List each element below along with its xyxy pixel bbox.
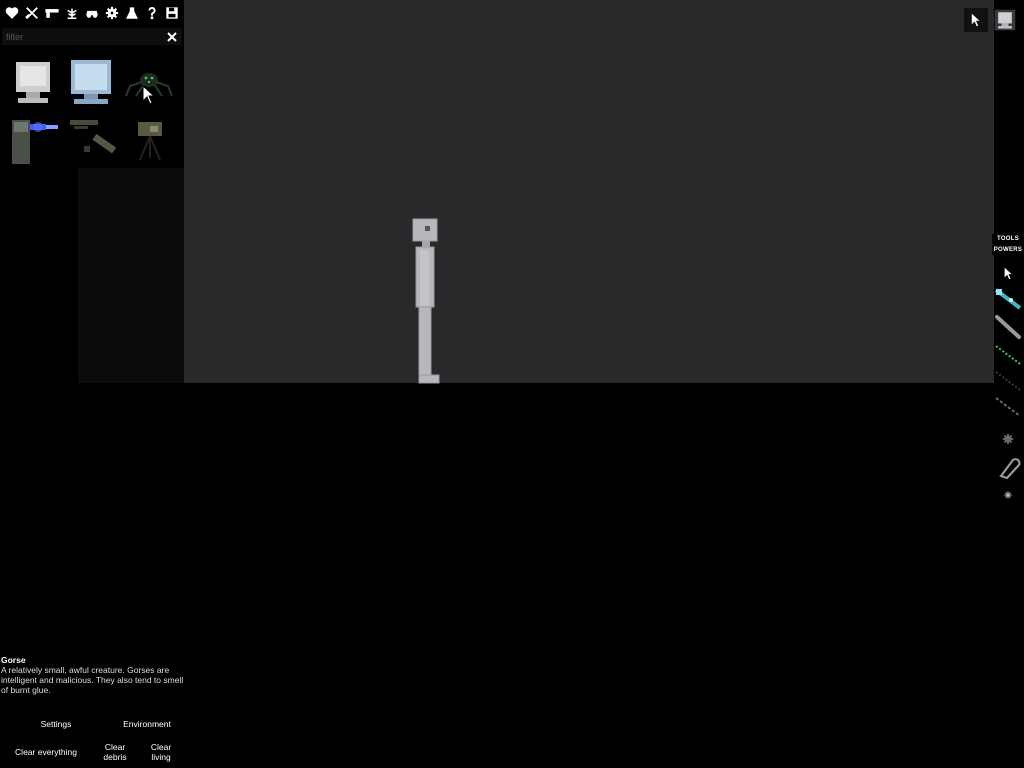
sandbox-scene[interactable] [184, 0, 994, 383]
monitor-icon [994, 9, 1016, 31]
filter-input[interactable] [6, 28, 156, 45]
save-icon[interactable] [163, 4, 181, 22]
gear-icon[interactable] [103, 4, 121, 22]
flask-icon[interactable] [123, 4, 141, 22]
question-icon[interactable] [143, 4, 161, 22]
gear-small-icon [1002, 433, 1014, 445]
pointer-tool[interactable] [992, 260, 1024, 286]
vehicle-icon[interactable] [83, 4, 101, 22]
sidebar-shade [78, 168, 184, 383]
green-wire-tool[interactable] [992, 342, 1024, 368]
spring-tool[interactable] [992, 394, 1024, 420]
computer-monitor-item[interactable] [6, 56, 60, 110]
item-grid [6, 56, 182, 168]
clear-everything-button[interactable]: Clear everything [6, 747, 86, 757]
select-tool-button[interactable] [964, 8, 988, 32]
gear-tool[interactable] [992, 426, 1024, 452]
tool-strip: TOOLS POWERS [992, 234, 1024, 514]
ragdoll-human[interactable] [410, 216, 444, 384]
item-description: Gorse A relatively small, awful creature… [1, 655, 185, 695]
hook-icon [999, 458, 1021, 480]
clear-living-button[interactable]: Clear living [144, 742, 178, 762]
settings-button[interactable]: Settings [28, 719, 84, 729]
spark-tool[interactable] [992, 482, 1024, 508]
environment-button[interactable]: Environment [112, 719, 182, 729]
dark-wire-tool[interactable] [992, 368, 1024, 394]
category-toolbar [0, 2, 184, 24]
close-icon[interactable] [164, 28, 180, 45]
blue-monitor-item[interactable] [64, 56, 118, 110]
cyan-wire-tool[interactable] [992, 286, 1024, 312]
heart-icon[interactable] [3, 4, 21, 22]
blue-light-machine-item[interactable] [6, 114, 60, 168]
description-body: A relatively small, awful creature. Gors… [1, 665, 184, 695]
filter-box [2, 28, 182, 45]
green-wire-icon [995, 345, 1021, 365]
plant-icon[interactable] [63, 4, 81, 22]
rod-tool[interactable] [992, 314, 1024, 340]
rod-icon [995, 315, 1021, 339]
crossed-swords-icon[interactable] [23, 4, 41, 22]
cyan-wire-icon [994, 288, 1022, 310]
pointer-icon [1004, 267, 1012, 279]
tab-tools[interactable]: TOOLS [992, 234, 1024, 244]
spawn-menu-button[interactable] [991, 6, 1019, 34]
pointer-icon [971, 13, 980, 27]
spark-icon [1004, 491, 1012, 499]
spring-icon [995, 397, 1021, 417]
tab-powers[interactable]: POWERS [992, 245, 1024, 255]
rifle-parts-item[interactable] [64, 114, 118, 168]
clear-debris-button[interactable]: Clear debris [98, 742, 132, 762]
dark-wire-icon [995, 371, 1021, 391]
hook-tool[interactable] [992, 454, 1024, 480]
description-title: Gorse [1, 655, 26, 665]
tripod-camera-item[interactable] [122, 114, 176, 168]
mouse-cursor-icon [142, 85, 156, 105]
pistol-icon[interactable] [43, 4, 61, 22]
